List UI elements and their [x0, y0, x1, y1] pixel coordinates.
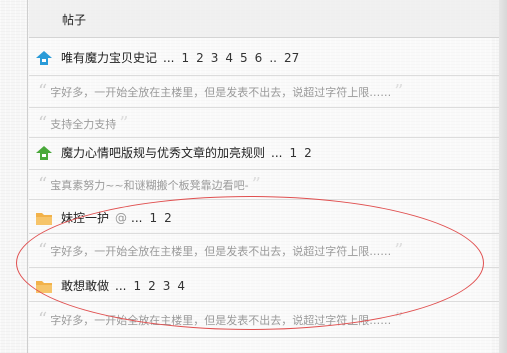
thread-row[interactable]: 敢想敢做 ... 1 2 3 4	[29, 268, 499, 302]
preview-text: 字好多，一开始全放在主楼里，但是发表不出去，说超过字符上限……	[50, 245, 392, 258]
thread-preview: “ 字好多，一开始全放在主楼里，但是发表不出去，说超过字符上限…… ”	[29, 234, 499, 268]
thread-row[interactable]: 魔力心情吧版规与优秀文章的加亮规则 ... 1 2	[29, 138, 499, 170]
page-link[interactable]: 2	[148, 279, 156, 293]
thread-preview: “ 字好多，一开始全放在主楼里，但是发表不出去，说超过字符上限…… ”	[29, 302, 499, 338]
right-scroll-edge	[499, 0, 507, 353]
page-link[interactable]: 27	[284, 51, 299, 65]
thread-row[interactable]: 妹控一护 @ ... 1 2	[29, 200, 499, 234]
left-border	[27, 0, 28, 353]
thread-preview: “ 支持全力支持 ”	[29, 108, 499, 138]
blue-arrow-up-icon	[36, 50, 52, 65]
folder-icon	[36, 212, 52, 225]
page-link[interactable]: 1	[289, 146, 297, 160]
green-arrow-up-icon	[36, 145, 52, 160]
page-link[interactable]: 2	[196, 51, 204, 65]
open-quote-icon: “	[38, 113, 48, 134]
open-quote-icon: “	[38, 174, 48, 195]
preview-text: 宝真素努力~~和谜糊搬个板凳靠边看吧-	[50, 179, 249, 192]
thread-title[interactable]: 唯有魔力宝贝史记	[61, 49, 157, 66]
attachment-icon: @	[115, 210, 128, 225]
page-link[interactable]: 4	[225, 51, 233, 65]
close-quote-icon: ”	[119, 113, 129, 134]
title-ellipsis: ...	[271, 145, 283, 160]
preview-text: 支持全力支持	[50, 118, 117, 131]
thread-title[interactable]: 魔力心情吧版规与优秀文章的加亮规则	[61, 144, 265, 161]
title-ellipsis: ...	[115, 278, 127, 293]
page-link[interactable]: 3	[211, 51, 219, 65]
page-ellipsis: ..	[269, 50, 277, 65]
open-quote-icon: “	[38, 309, 48, 330]
title-ellipsis: ...	[163, 50, 175, 65]
close-quote-icon: ”	[394, 309, 404, 330]
thread-preview: “ 字好多，一开始全放在主楼里，但是发表不出去，说超过字符上限…… ”	[29, 76, 499, 108]
page-link[interactable]: 1	[181, 51, 189, 65]
page-link[interactable]: 4	[177, 279, 185, 293]
open-quote-icon: “	[38, 240, 48, 261]
title-ellipsis: ...	[131, 210, 143, 225]
page-link[interactable]: 1	[133, 279, 141, 293]
thread-title[interactable]: 敢想敢做	[61, 277, 109, 294]
page-link[interactable]: 2	[304, 146, 312, 160]
page-link[interactable]: 2	[164, 211, 172, 225]
thread-title[interactable]: 妹控一护	[61, 209, 109, 226]
thread-preview: “ 宝真素努力~~和谜糊搬个板凳靠边看吧- ”	[29, 170, 499, 200]
close-quote-icon: ”	[394, 81, 404, 102]
page-link[interactable]: 6	[255, 51, 263, 65]
preview-text: 字好多，一开始全放在主楼里，但是发表不出去，说超过字符上限……	[50, 86, 392, 99]
thread-list-header: 帖子	[29, 0, 499, 38]
page-link[interactable]: 3	[163, 279, 171, 293]
header-title: 帖子	[62, 13, 87, 27]
thread-row[interactable]: 唯有魔力宝贝史记 ... 1 2 3 4 5 6 .. 27	[29, 38, 499, 76]
open-quote-icon: “	[38, 81, 48, 102]
page-link[interactable]: 1	[149, 211, 157, 225]
page-link[interactable]: 5	[240, 51, 248, 65]
close-quote-icon: ”	[251, 174, 261, 195]
folder-icon	[36, 280, 52, 293]
close-quote-icon: ”	[394, 240, 404, 261]
preview-text: 字好多，一开始全放在主楼里，但是发表不出去，说超过字符上限……	[50, 314, 392, 327]
